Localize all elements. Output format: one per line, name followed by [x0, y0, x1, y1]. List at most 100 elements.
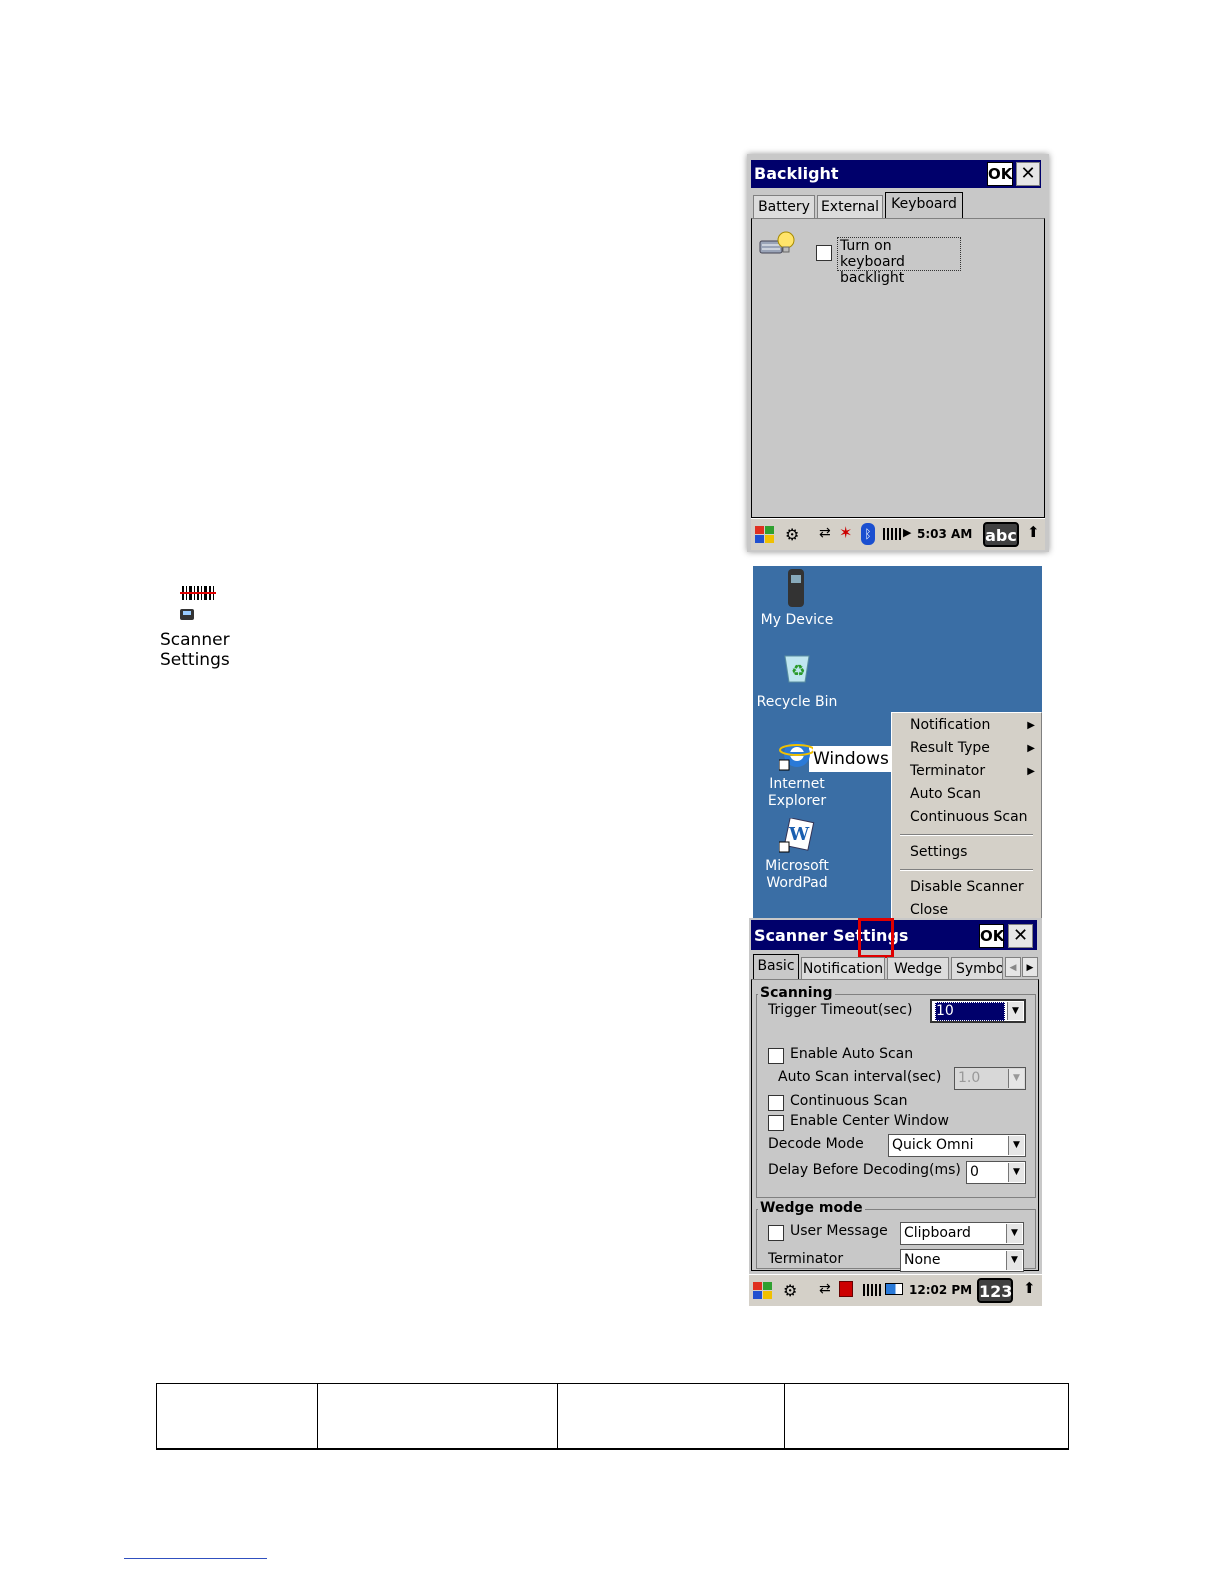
tab-notification[interactable]: Notification [801, 957, 885, 980]
chevron-down-icon[interactable]: ▼ [1008, 1069, 1024, 1088]
connection-icon[interactable]: ⇄ [819, 525, 831, 541]
menu-item-continuous-scan[interactable]: Continuous Scan [892, 806, 1041, 829]
tab-keyboard[interactable]: Keyboard [885, 192, 963, 219]
menu-item-notification[interactable]: Notification ▶ [892, 714, 1041, 737]
backlight-content: Turn on keyboard backlight [751, 218, 1045, 518]
chevron-right-icon[interactable]: ▶ [903, 526, 911, 539]
user-message-value: Clipboard [904, 1225, 971, 1241]
user-message-label[interactable]: User Message [790, 1223, 888, 1239]
backlight-title: Backlight [754, 164, 839, 183]
input-panel-button[interactable]: 123 [977, 1278, 1013, 1303]
chevron-down-icon[interactable]: ▼ [1006, 1224, 1022, 1243]
chevron-down-icon[interactable]: ▼ [1007, 1002, 1023, 1020]
tab-wedge[interactable]: Wedge [887, 957, 949, 980]
enable-auto-scan-label[interactable]: Enable Auto Scan [790, 1046, 913, 1062]
menu-item-auto-scan[interactable]: Auto Scan [892, 783, 1041, 806]
desktop-icon-label: Internet Explorer [753, 776, 841, 810]
scanner-ok-button[interactable]: OK [979, 924, 1004, 948]
terminator-select[interactable]: None ▼ [900, 1249, 1024, 1272]
menu-item-result-type[interactable]: Result Type ▶ [892, 737, 1041, 760]
network-red-icon[interactable] [839, 1281, 853, 1297]
enable-auto-scan-checkbox[interactable] [768, 1048, 784, 1064]
backlight-ok-button[interactable]: OK [987, 162, 1013, 186]
tab-scroll-right-button[interactable]: ▶ [1022, 957, 1038, 977]
center-window-checkbox[interactable] [768, 1115, 784, 1131]
desktop-icon-wordpad[interactable]: W Microsoft WordPad [753, 816, 841, 896]
backlight-taskbar: ⚙ ⇄ ✶ ᛒ ▶ 5:03 AM abc ⬆ [751, 518, 1045, 550]
start-flag-icon[interactable] [753, 523, 777, 547]
trigger-timeout-value: 10 [935, 1002, 1005, 1021]
desktop-icon-internet-explorer[interactable]: Internet Explorer [753, 734, 841, 814]
tab-symbology[interactable]: Symbo [951, 957, 1003, 980]
tab-basic[interactable]: Basic [753, 954, 799, 980]
scanner-content: Scanning Trigger Timeout(sec) 10 ▼ Enabl… [751, 979, 1039, 1272]
scanner-taskbar: ⚙ ⇄ 12:02 PM 123 ⬆ [749, 1274, 1042, 1306]
auto-scan-interval-label: Auto Scan interval(sec) [778, 1069, 942, 1085]
up-arrow-icon[interactable]: ⬆ [1023, 1279, 1036, 1297]
submenu-arrow-icon: ▶ [1027, 743, 1035, 754]
tab-scroll-left-button[interactable]: ◀ [1005, 957, 1021, 977]
delay-before-decoding-select[interactable]: 0 ▼ [966, 1161, 1026, 1184]
table-bottom-rule [156, 1449, 1069, 1450]
table-row [156, 1383, 1069, 1449]
start-flag-icon[interactable] [751, 1279, 775, 1303]
svg-text:W: W [788, 824, 810, 845]
scanner-context-menu: Notification ▶ Result Type ▶ Terminator ▶ A… [891, 712, 1042, 918]
menu-separator [900, 834, 1033, 836]
wordpad-icon: W [778, 817, 815, 854]
scanner-settings-window: Scanner Settings OK ✕ Basic Notification… [749, 918, 1042, 1306]
clock[interactable]: 12:02 PM [909, 1283, 972, 1297]
scanner-close-button[interactable]: ✕ [1008, 924, 1033, 948]
chevron-down-icon[interactable]: ▼ [1008, 1136, 1024, 1155]
menu-item-label: Continuous Scan [910, 809, 1028, 825]
connection-icon[interactable]: ⇄ [819, 1281, 831, 1297]
menu-item-close[interactable]: Close [892, 899, 1041, 918]
table-cell [557, 1383, 785, 1449]
up-arrow-icon[interactable]: ⬆ [1027, 523, 1040, 541]
desktop-icon-my-device[interactable]: My Device [753, 566, 841, 630]
recycle-bin-icon: ♻ [781, 650, 813, 684]
continuous-scan-label[interactable]: Continuous Scan [790, 1093, 908, 1109]
clock[interactable]: 5:03 AM [917, 527, 972, 541]
decode-mode-select[interactable]: Quick Omni ▼ [888, 1134, 1026, 1157]
chevron-down-icon[interactable]: ▼ [1006, 1251, 1022, 1270]
continuous-scan-checkbox[interactable] [768, 1095, 784, 1111]
desktop-icon-label: Recycle Bin [756, 694, 838, 710]
menu-item-terminator[interactable]: Terminator ▶ [892, 760, 1041, 783]
user-message-checkbox[interactable] [768, 1225, 784, 1241]
network-red-icon[interactable]: ✶ [839, 523, 852, 542]
battery-icon[interactable] [863, 1284, 881, 1296]
backlight-close-button[interactable]: ✕ [1016, 162, 1040, 186]
decode-mode-label: Decode Mode [768, 1136, 864, 1152]
input-panel-button[interactable]: abc [983, 522, 1019, 547]
menu-item-label: Result Type [910, 740, 990, 756]
footer-link-underline [124, 1558, 267, 1559]
desktop-icon-recycle-bin[interactable]: ♻ Recycle Bin [753, 648, 841, 712]
bluetooth-icon[interactable]: ᛒ [861, 523, 875, 545]
menu-item-label: Settings [910, 844, 968, 860]
tab-external[interactable]: External [817, 195, 883, 219]
desktop-icon-label: My Device [760, 612, 834, 628]
desktop-icon-label-line1: Microsoft [765, 858, 829, 874]
keyboard-backlight-checkbox[interactable] [816, 245, 832, 261]
table-cell [317, 1383, 558, 1449]
sync-icon[interactable]: ⚙ [785, 525, 807, 545]
menu-item-label: Notification [910, 717, 991, 733]
user-message-select[interactable]: Clipboard ▼ [900, 1222, 1024, 1245]
battery-level-icon[interactable] [885, 1283, 903, 1295]
tab-battery[interactable]: Battery [753, 195, 815, 219]
delay-before-decoding-value: 0 [970, 1164, 979, 1180]
scanner-shortcut-label-line2: Settings [160, 650, 230, 670]
trigger-timeout-select[interactable]: 10 ▼ [930, 999, 1026, 1023]
auto-scan-interval-select[interactable]: 1.0 ▼ [954, 1067, 1026, 1090]
center-window-label[interactable]: Enable Center Window [790, 1113, 949, 1129]
chevron-down-icon[interactable]: ▼ [1008, 1163, 1024, 1182]
sync-icon[interactable]: ⚙ [783, 1281, 797, 1300]
menu-item-disable-scanner[interactable]: Disable Scanner [892, 876, 1041, 899]
battery-icon[interactable] [883, 528, 901, 540]
scanner-settings-shortcut[interactable]: Scanner Settings [160, 582, 240, 674]
keyboard-backlight-label[interactable]: Turn on keyboard backlight [837, 237, 961, 286]
tab-symbology-label: Symbo [956, 961, 1003, 977]
menu-separator [900, 869, 1033, 871]
menu-item-settings[interactable]: Settings [892, 841, 1041, 864]
